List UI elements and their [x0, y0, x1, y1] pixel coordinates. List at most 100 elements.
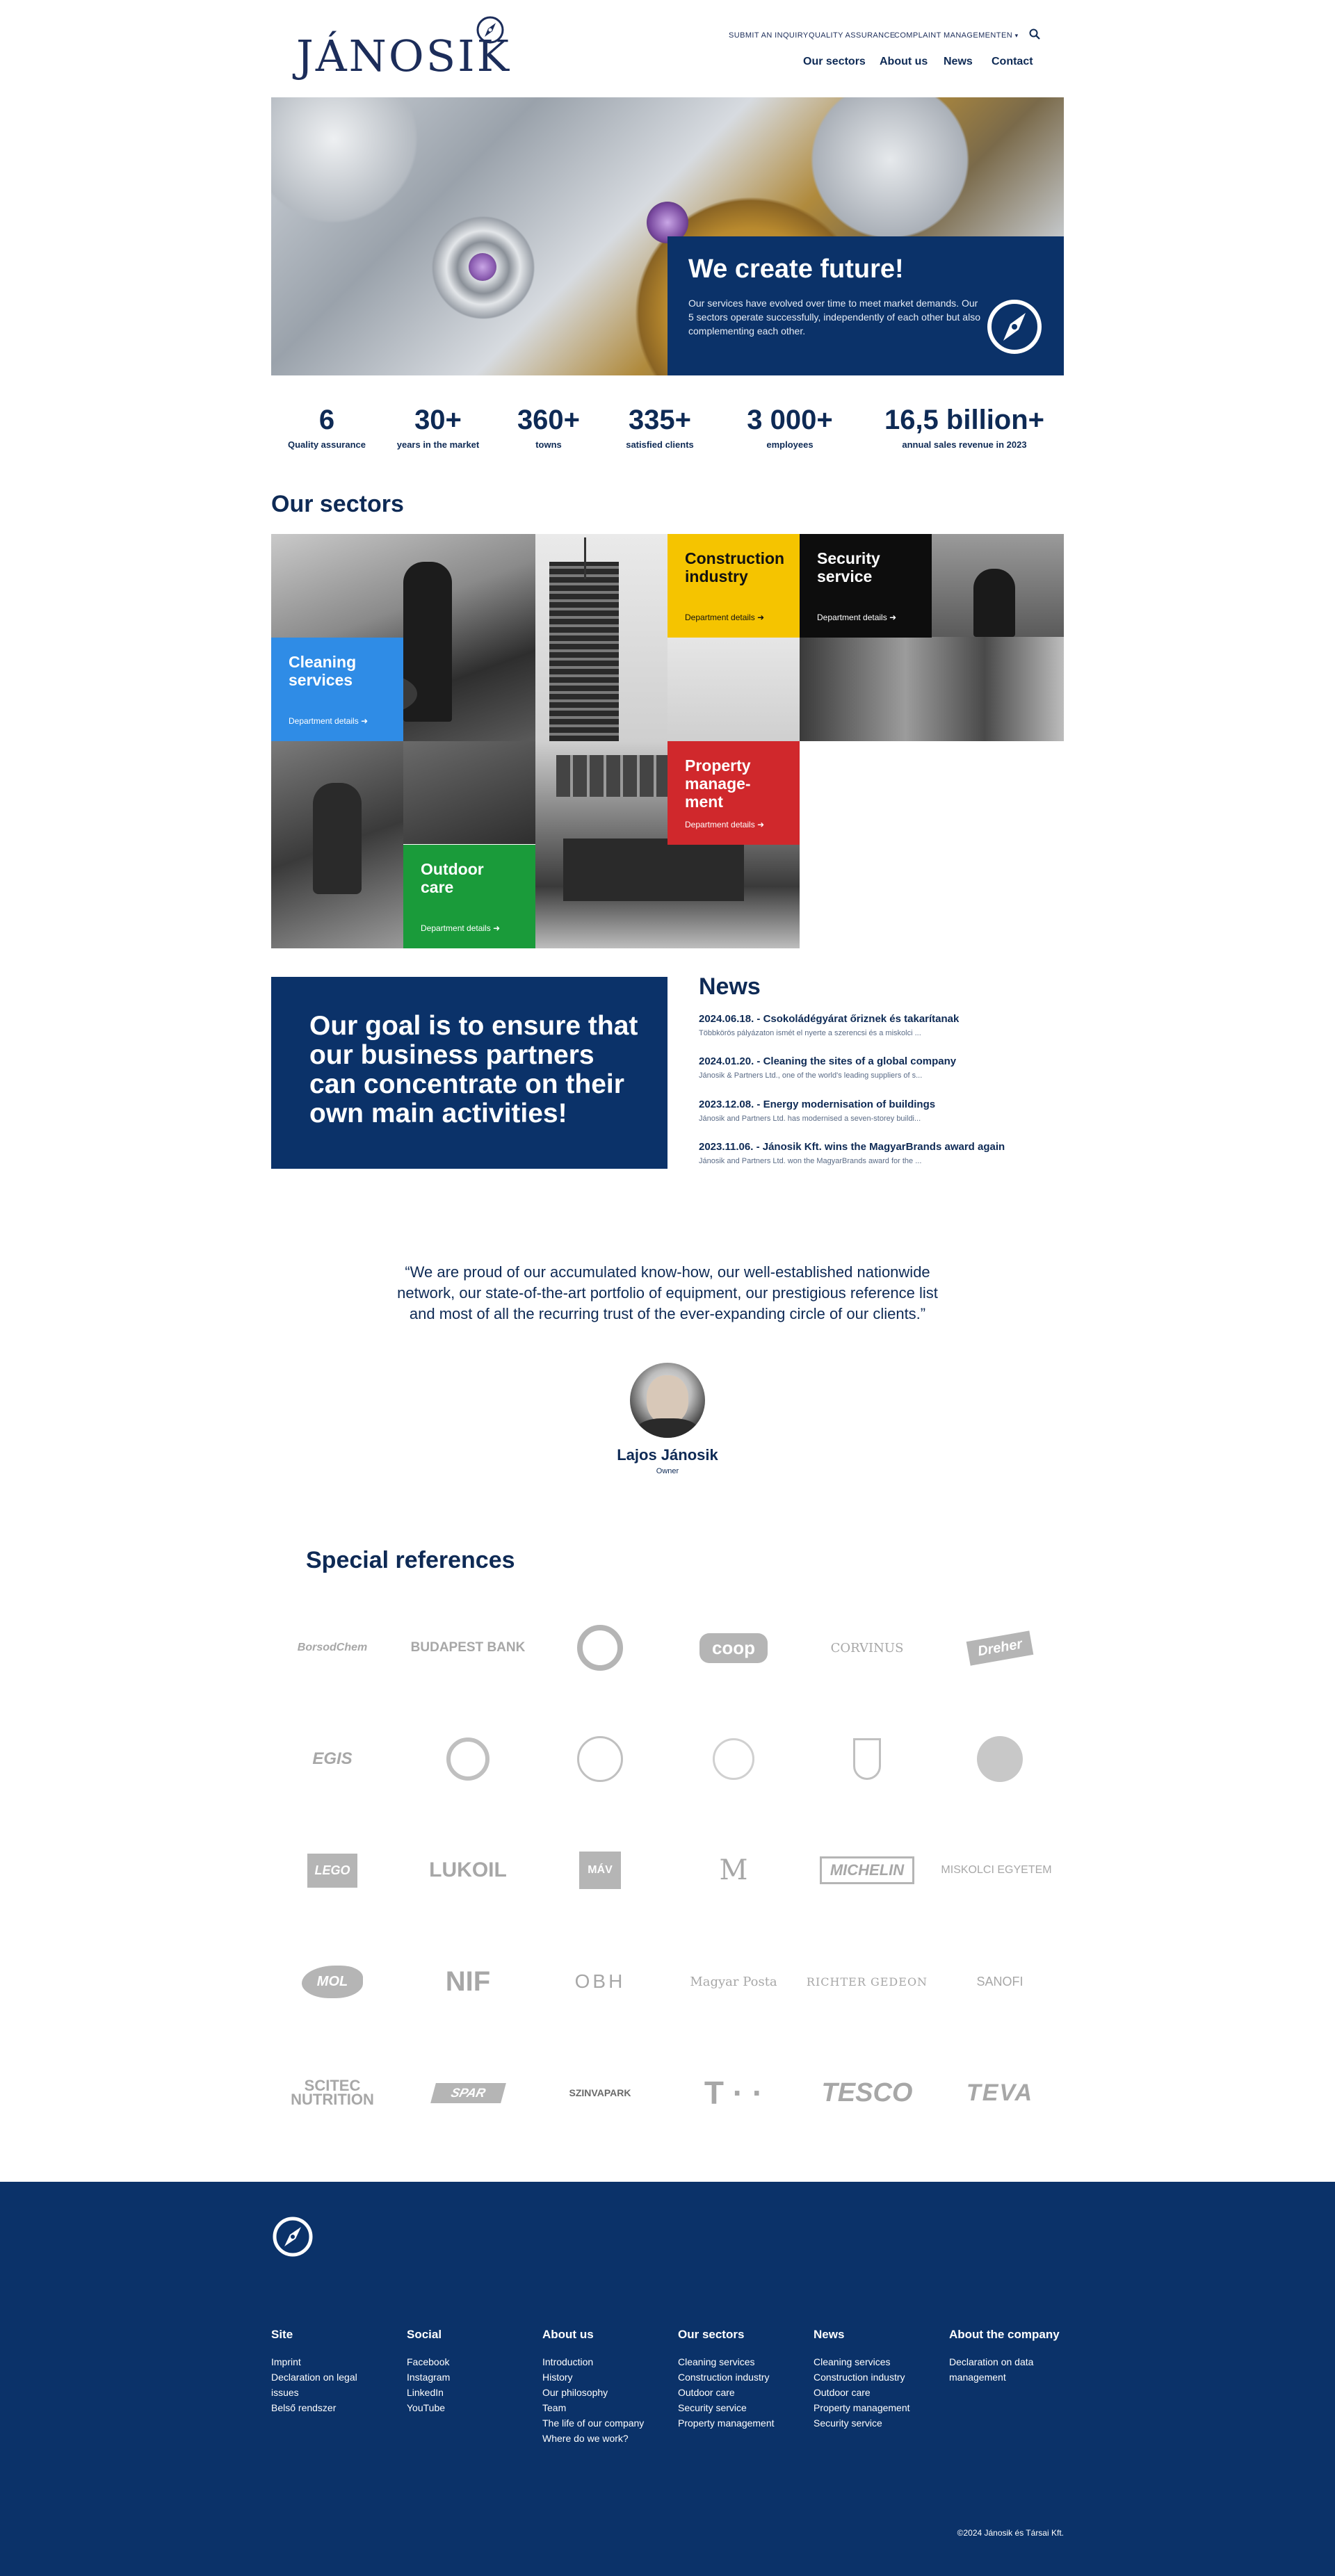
- footer-link[interactable]: Property management: [814, 2400, 939, 2415]
- footer-link[interactable]: Construction industry: [678, 2370, 803, 2385]
- footer-link[interactable]: Declaration on legal issues: [271, 2370, 375, 2400]
- reference-logo-michelin: MICHELIN: [804, 1842, 930, 1898]
- footer-link[interactable]: Cleaning services: [678, 2354, 803, 2370]
- sector-card-security[interactable]: Security service Department details ➜: [800, 534, 932, 638]
- reference-logo-emblem: [937, 1731, 1062, 1787]
- footer-link[interactable]: Declaration on data management: [949, 2354, 1060, 2385]
- news-excerpt: Jánosik & Partners Ltd., one of the worl…: [699, 1071, 923, 1080]
- mol-label: MOL: [301, 1965, 364, 1998]
- department-details-label: Department details: [685, 820, 755, 829]
- sector-card-property[interactable]: Property manage-ment Department details …: [668, 741, 800, 845]
- news-item[interactable]: 2024.01.20. - Cleaning the sites of a gl…: [699, 1055, 1060, 1080]
- department-details-link[interactable]: Department details ➜: [685, 820, 764, 829]
- footer-column-title: About the company: [949, 2328, 1060, 2341]
- reference-logo-lego: LEGO: [270, 1842, 395, 1898]
- stat-years: 30+ years in the market: [379, 403, 497, 450]
- hero-title: We create future!: [688, 254, 904, 284]
- footer-link[interactable]: Property management: [678, 2415, 803, 2431]
- department-details-link[interactable]: Department details ➜: [685, 613, 764, 622]
- stat-quality: 6 Quality assurance: [268, 403, 386, 450]
- footer-column-title: Our sectors: [678, 2328, 745, 2341]
- footer-link[interactable]: YouTube: [407, 2400, 532, 2415]
- language-select[interactable]: EN ▾: [1001, 31, 1018, 40]
- nav-about-us[interactable]: About us: [880, 56, 928, 68]
- reference-logo-budapest-bank: BUDAPEST BANK: [410, 1640, 526, 1655]
- util-link-inquiry[interactable]: SUBMIT AN INQUIRY: [729, 31, 809, 40]
- mav-label: MÁV: [579, 1852, 621, 1889]
- footer-link[interactable]: Outdoor care: [678, 2385, 803, 2400]
- footer-column-title: About us: [542, 2328, 594, 2341]
- stat-label: employees: [766, 439, 814, 450]
- nav-our-sectors[interactable]: Our sectors: [803, 56, 866, 68]
- news-item[interactable]: 2023.11.06. - Jánosik Kft. wins the Magy…: [699, 1141, 1060, 1165]
- footer-link[interactable]: Introduction: [542, 2354, 668, 2370]
- hero-text: Our services have evolved over time to m…: [688, 298, 980, 337]
- nav-news[interactable]: News: [944, 56, 973, 68]
- coop-label: coop: [699, 1633, 768, 1663]
- copyright: ©2024 Jánosik és Társai Kft.: [957, 2528, 1064, 2538]
- footer-link[interactable]: LinkedIn: [407, 2385, 532, 2400]
- footer-link[interactable]: Team: [542, 2400, 668, 2415]
- references-title: Special references: [306, 1547, 515, 1573]
- sector-name: Cleaning services: [289, 653, 357, 689]
- sector-card-outdoor[interactable]: Outdoor care Department details ➜: [403, 845, 535, 948]
- footer-link[interactable]: Imprint: [271, 2354, 396, 2370]
- sector-card-construction[interactable]: Construction industry Department details…: [668, 534, 800, 638]
- search-icon[interactable]: [1029, 29, 1040, 40]
- footer-link[interactable]: The life of our company: [542, 2415, 668, 2431]
- sector-name: Property manage-ment: [685, 756, 751, 811]
- reference-logo-borsodchem: BorsodChem: [297, 1642, 368, 1653]
- reference-logo-sanofi: SANOFI: [976, 1974, 1024, 1988]
- department-details-link[interactable]: Department details ➜: [289, 716, 368, 726]
- michelin-label: MICHELIN: [819, 1856, 915, 1884]
- reference-logo-tesco: TESCO: [821, 2077, 913, 2107]
- news-headline[interactable]: 2024.06.18. - Csokoládégyárat őriznek és…: [699, 1013, 1060, 1025]
- sector-card-cleaning[interactable]: Cleaning services Department details ➜: [271, 638, 403, 741]
- compass-icon: [476, 16, 504, 44]
- footer-link[interactable]: Our philosophy: [542, 2385, 668, 2400]
- reference-logo-emblem: [405, 1731, 531, 1787]
- reference-logo-telekom: T · ·: [704, 2075, 763, 2111]
- stat-label: annual sales revenue in 2023: [902, 439, 1027, 450]
- reference-logo-emblem: [671, 1731, 796, 1787]
- footer-link[interactable]: Security service: [678, 2400, 803, 2415]
- util-link-quality[interactable]: QUALITY ASSURANCE: [809, 31, 896, 40]
- footer: Site Imprint Declaration on legal issues…: [0, 2182, 1335, 2576]
- footer-link[interactable]: Belső rendszer: [271, 2400, 396, 2415]
- reference-logo-szinvapark: SZINVAPARK: [569, 2087, 631, 2098]
- news-headline[interactable]: 2024.01.20. - Cleaning the sites of a gl…: [699, 1055, 1060, 1067]
- reference-logo-dreher: Dreher: [937, 1620, 1062, 1676]
- reference-logo-obh: OBH: [574, 1970, 626, 1992]
- quote-author-role: Owner: [656, 1467, 679, 1475]
- nav-contact[interactable]: Contact: [992, 56, 1033, 68]
- footer-link[interactable]: Instagram: [407, 2370, 532, 2385]
- news-headline[interactable]: 2023.11.06. - Jánosik Kft. wins the Magy…: [699, 1141, 1060, 1153]
- footer-link[interactable]: Security service: [814, 2415, 939, 2431]
- footer-link[interactable]: Construction industry: [814, 2370, 939, 2385]
- news-item[interactable]: 2023.12.08. - Energy modernisation of bu…: [699, 1099, 1060, 1123]
- footer-link[interactable]: History: [542, 2370, 668, 2385]
- news-item[interactable]: 2024.06.18. - Csokoládégyárat őriznek és…: [699, 1013, 1060, 1037]
- stat-value: 6: [318, 405, 335, 435]
- footer-link[interactable]: Facebook: [407, 2354, 532, 2370]
- footer-link[interactable]: Cleaning services: [814, 2354, 939, 2370]
- util-link-complaint[interactable]: COMPLAINT MANAGEMENT: [894, 31, 1001, 40]
- news-headline[interactable]: 2023.12.08. - Energy modernisation of bu…: [699, 1099, 1060, 1110]
- reference-logo-egis: EGIS: [312, 1749, 353, 1768]
- reference-logo-spar: SPAR: [405, 2065, 531, 2121]
- outdoor-photo-upper: [403, 741, 535, 844]
- department-details-link[interactable]: Department details ➜: [421, 923, 500, 933]
- compass-icon[interactable]: [271, 2215, 314, 2258]
- arrow-right-icon: ➜: [889, 613, 897, 622]
- reference-logo-corvinus: CORVINUS: [830, 1640, 904, 1655]
- footer-link[interactable]: Where do we work?: [542, 2431, 668, 2446]
- footer-link[interactable]: Outdoor care: [814, 2385, 939, 2400]
- department-details-link[interactable]: Department details ➜: [817, 613, 896, 622]
- reference-logo-emblem: [804, 1731, 930, 1787]
- outdoor-photo: [271, 741, 403, 948]
- reference-logo-lukoil: LUKOIL: [429, 1858, 507, 1881]
- stat-revenue: 16,5 billion+ annual sales revenue in 20…: [877, 403, 1051, 450]
- goal-text: Our goal is to ensure that our business …: [309, 1011, 638, 1128]
- compass-icon: [987, 300, 1042, 354]
- spar-label: SPAR: [430, 2082, 506, 2103]
